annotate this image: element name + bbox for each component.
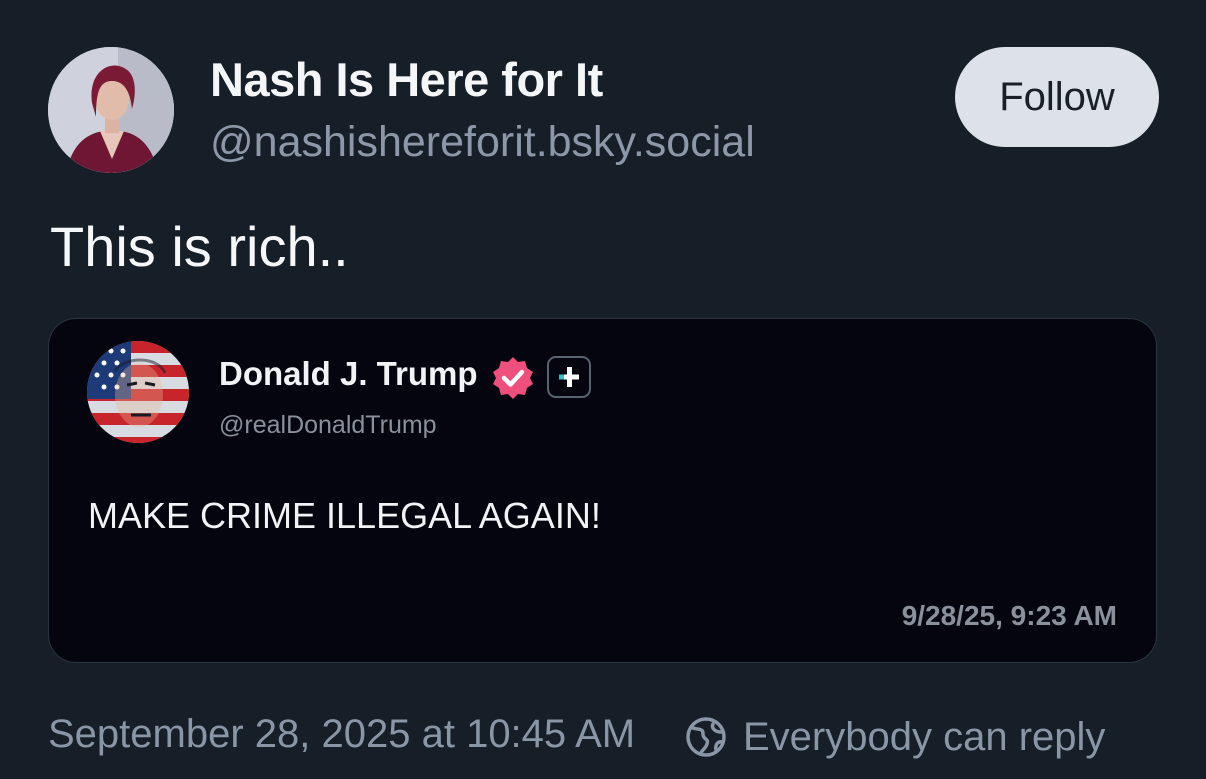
quoted-post-text: MAKE CRIME ILLEGAL AGAIN! — [88, 495, 601, 536]
quoted-post-timestamp[interactable]: 9/28/25, 9:23 AM — [902, 600, 1117, 632]
quoted-author-avatar[interactable] — [87, 341, 189, 443]
profile-photo-icon — [48, 47, 174, 173]
reply-settings-label[interactable]: Everybody can reply — [743, 715, 1105, 760]
reply-settings[interactable]: Everybody can reply — [685, 712, 1105, 762]
quoted-author-name[interactable]: Donald J. Trump — [219, 355, 478, 393]
post: Nash Is Here for It @nashishereforit.bsk… — [0, 0, 1206, 779]
author-avatar[interactable] — [48, 47, 174, 173]
follow-button[interactable]: Follow — [955, 47, 1159, 147]
globe-icon — [686, 717, 726, 757]
plus-badge-icon — [559, 367, 579, 387]
author-handle[interactable]: @nashishereforit.bsky.social — [210, 118, 755, 167]
quoted-author-handle[interactable]: @realDonaldTrump — [219, 411, 437, 440]
post-text: This is rich.. — [50, 215, 349, 278]
flag-portrait-avatar-icon — [87, 341, 189, 443]
quoted-post-card[interactable]: Donald J. Trump @realDonaldTrump MAKE CR… — [48, 318, 1157, 663]
verified-badge-icon — [493, 357, 533, 399]
author-name[interactable]: Nash Is Here for It — [210, 52, 603, 107]
plus-badge — [547, 356, 591, 398]
post-timestamp: September 28, 2025 at 10:45 AM — [48, 712, 636, 756]
